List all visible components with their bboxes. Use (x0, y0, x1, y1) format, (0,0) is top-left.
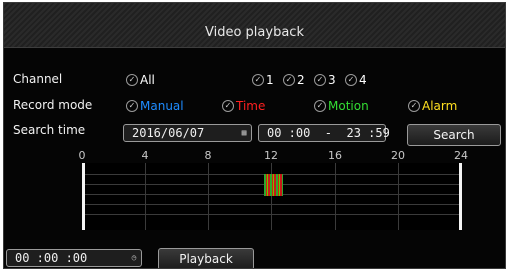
hour-label: 16 (328, 149, 342, 162)
date-field[interactable]: 2016/06/07 ▦ (123, 124, 252, 142)
search-time-label: Search time (13, 123, 86, 137)
channel-label: Channel (13, 72, 63, 86)
hour-label: 20 (391, 149, 405, 162)
check-circle-icon: ✓ (252, 73, 264, 86)
date-value: 2016/06/07 (132, 126, 205, 140)
record-mode-alarm[interactable]: ✓ Alarm (408, 99, 457, 113)
check-circle-icon: ✓ (314, 99, 326, 112)
hour-label: 8 (204, 149, 212, 162)
record-mode-time[interactable]: ✓ Time (222, 99, 265, 113)
search-button[interactable]: Search (407, 124, 501, 146)
grid-line (398, 163, 399, 230)
check-circle-icon: ✓ (345, 73, 357, 86)
grid-line (335, 163, 336, 230)
calendar-icon[interactable]: ▦ (239, 127, 249, 139)
hour-label: 24 (454, 149, 468, 162)
check-circle-icon: ✓ (126, 73, 138, 86)
channel-option-2[interactable]: ✓ 2 (283, 73, 305, 87)
playback-time-field[interactable]: 00 :00 :00 ◷ (6, 249, 142, 267)
hour-label: 12 (264, 149, 278, 162)
clock-icon[interactable]: ◷ (129, 252, 139, 264)
channel-option-1[interactable]: ✓ 1 (252, 73, 274, 87)
record-segment[interactable] (264, 184, 284, 196)
grid-line (145, 163, 146, 230)
record-mode-motion[interactable]: ✓ Motion (314, 99, 369, 113)
check-circle-icon: ✓ (222, 99, 234, 112)
channel-option-all[interactable]: ✓ All (126, 73, 155, 87)
timeline-start-marker (82, 163, 85, 230)
grid-line (82, 204, 462, 205)
check-circle-icon: ✓ (126, 99, 138, 112)
hour-label: 0 (78, 149, 86, 162)
channel-option-4[interactable]: ✓ 4 (345, 73, 367, 87)
record-mode-manual[interactable]: ✓ Manual (126, 99, 184, 113)
playback-timeline[interactable] (82, 163, 462, 230)
check-circle-icon: ✓ (314, 73, 326, 86)
grid-line (82, 214, 462, 215)
record-mode-label: Record mode (13, 98, 93, 112)
timeline-end-marker (459, 163, 462, 230)
time-range-field[interactable]: 00 :00 - 23 :59 (258, 124, 390, 142)
hour-label: 4 (141, 149, 149, 162)
check-circle-icon: ✓ (283, 73, 295, 86)
grid-line (208, 163, 209, 230)
video-playback-dialog: Video playback Channel ✓ All ✓ 1 ✓ 2 ✓ 3 ✓ 4 … (3, 2, 506, 269)
title-bar: Video playback (4, 3, 505, 48)
dialog-title: Video playback (205, 25, 304, 40)
playback-time-value: 00 :00 :00 (15, 251, 88, 265)
check-circle-icon: ✓ (408, 99, 420, 112)
channel-option-3[interactable]: ✓ 3 (314, 73, 336, 87)
playback-button[interactable]: Playback (158, 248, 254, 268)
time-range-value: 00 :00 - 23 :59 (267, 126, 390, 140)
